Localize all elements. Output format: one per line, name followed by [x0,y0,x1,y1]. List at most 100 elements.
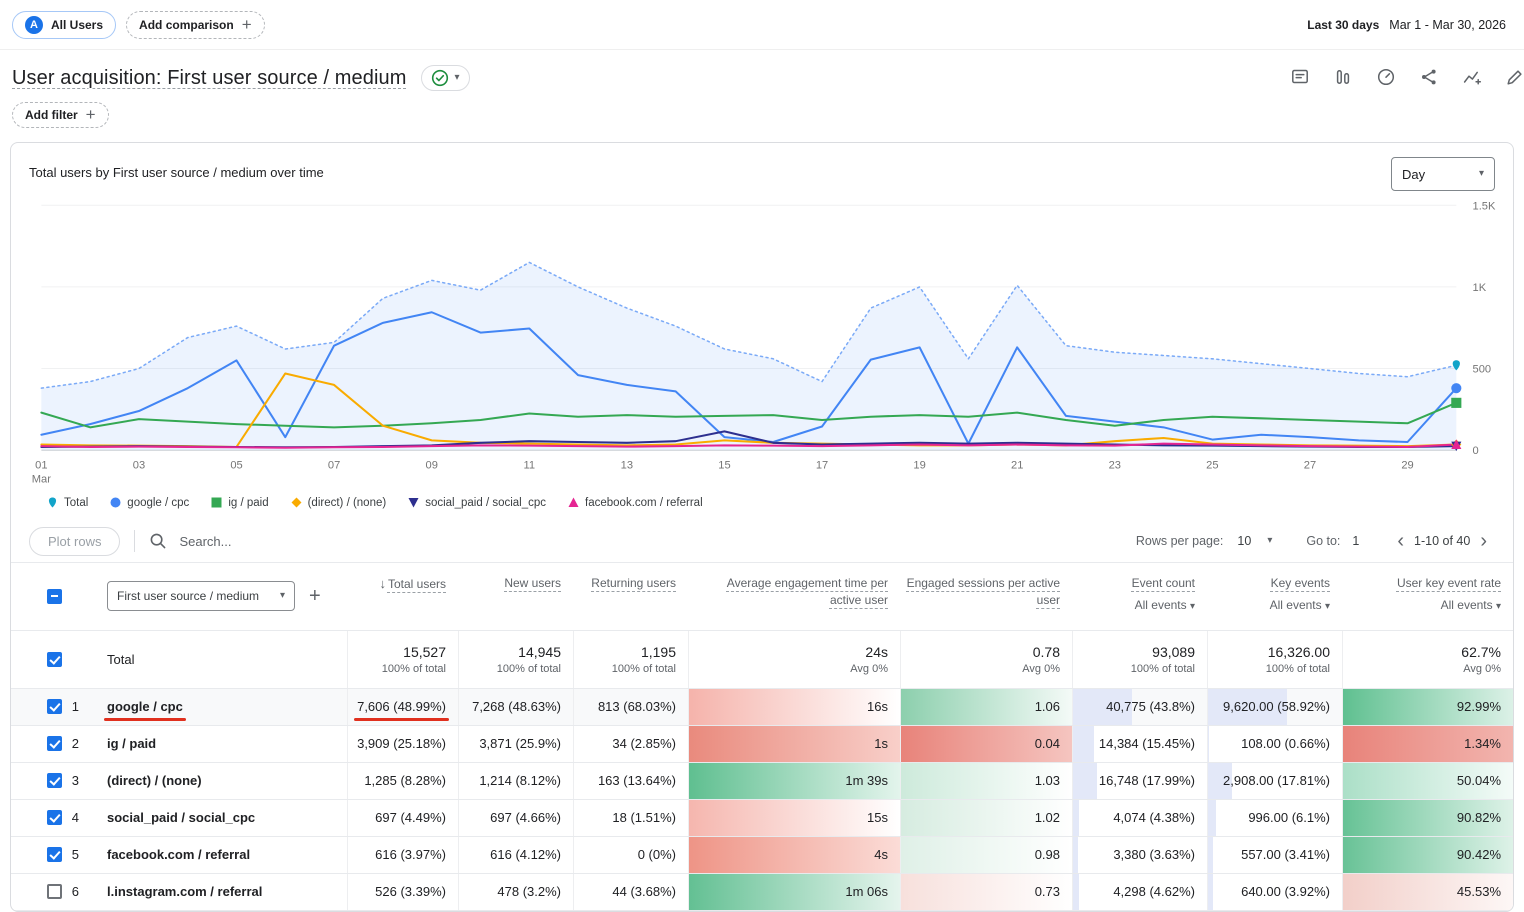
legend-item: ig / paid [211,496,269,509]
total-row-checkbox[interactable] [47,651,62,667]
column-header-avg-engagement-time[interactable]: Average engagement time per active user [688,563,900,630]
page: A All Users Add comparison + Last 30 day… [0,0,1524,912]
add-comparison-chip[interactable]: Add comparison + [126,10,265,39]
cell-key-events: 9,620.00 (58.92%) [1207,688,1342,725]
column-filter-key-events[interactable]: All events ▾ [1270,598,1330,612]
totals-cell-avg-engagement-time: 24s Avg 0% [688,630,900,688]
comparison-chips: A All Users Add comparison + [12,10,265,39]
column-header-engaged-sessions[interactable]: Engaged sessions per active user [900,563,1072,630]
go-to-input[interactable]: 1 [1352,534,1359,548]
cell-key-events: 2,908.00 (17.81%) [1207,762,1342,799]
totals-cell-event-count: 93,089 100% of total [1072,630,1207,688]
dimension-select[interactable]: First user source / medium ▾ [107,581,295,612]
audience-chip-label: All Users [51,17,104,32]
page-title-text: User acquisition: First user source / me… [12,66,407,89]
row-index: 1 [71,699,79,715]
row-index: 4 [71,810,79,826]
column-header-event-count[interactable]: Event count All events ▾ [1072,563,1207,630]
column-header-returning-users[interactable]: Returning users [573,563,688,630]
granularity-select[interactable]: Day ▾ [1391,157,1495,191]
add-secondary-dimension-button[interactable]: + [309,585,321,608]
svg-text:1K: 1K [1473,282,1487,294]
row-checkbox[interactable] [47,810,62,826]
event-count-bar [1073,762,1098,799]
previous-page-button[interactable]: ‹ [1389,531,1412,551]
cell-engaged-sessions: 1.06 [900,688,1072,725]
column-header-user-key-event-rate[interactable]: User key event rate All events ▾ [1342,563,1513,630]
cell-returning-users: 0 (0%) [573,836,688,873]
plot-rows-button[interactable]: Plot rows [29,526,121,556]
search-input[interactable] [177,532,518,550]
cell-user-key-event-rate: 90.42% [1342,836,1513,873]
row-dimension-value: ig / paid [107,736,157,752]
add-filter-chip[interactable]: Add filter + [12,102,109,128]
report-validity-badge[interactable]: ▾ [420,65,470,91]
row-checkbox[interactable] [47,699,62,715]
add-filter-label: Add filter [25,108,78,122]
circle-marker-icon [110,497,121,508]
chevron-down-icon: ▾ [1324,600,1330,612]
cell-new-users: 616 (4.12%) [458,836,573,873]
svg-text:05: 05 [230,459,242,471]
sort-descending-icon: ↓ [379,575,386,591]
cell-avg-engagement-time: 16s [688,688,900,725]
key-events-bar [1208,725,1209,762]
svg-text:09: 09 [426,459,438,471]
row-index: 2 [71,736,79,752]
table-row: 5 facebook.com / referral 616 (3.97%) 616 (… [11,836,1513,874]
legend-label: social_paid / social_cpc [425,496,547,509]
page-title: User acquisition: First user source / me… [12,67,407,90]
table-header-row: First user source / medium ▾ + ↓ Total users… [11,563,1513,631]
svg-text:01: 01 [35,459,47,471]
rows-per-page-select[interactable]: 10 ▾ [1237,534,1272,548]
svg-text:07: 07 [328,459,340,471]
edit-icon[interactable] [1504,66,1524,88]
select-all-checkbox[interactable] [47,588,62,604]
cell-total-users: 3,909 (25.18%) [347,725,458,762]
event-count-bar [1073,873,1080,910]
key-events-bar [1208,836,1213,873]
svg-text:11: 11 [523,459,535,471]
column-header-new-users[interactable]: New users [458,563,573,630]
totals-row: Total 15,527 100% of total 14,945 100% of to… [11,630,1513,689]
table-row: 4 social_paid / social_cpc 697 (4.49%) 697 … [11,799,1513,837]
share-icon[interactable] [1418,66,1440,88]
column-filter-event-count[interactable]: All events ▾ [1135,598,1195,612]
row-index: 5 [71,847,79,863]
cell-user-key-event-rate: 45.53% [1342,873,1513,910]
row-dimension-value: (direct) / (none) [107,773,202,789]
row-checkbox[interactable] [47,884,62,900]
cell-avg-engagement-time: 1s [688,725,900,762]
legend-item: facebook.com / referral [568,497,703,509]
column-filter-user-key-event-rate[interactable]: All events ▾ [1441,598,1501,612]
notes-icon[interactable] [1289,66,1311,88]
date-range-picker[interactable]: Last 30 days Mar 1 - Mar 30, 2026 [1307,18,1512,32]
svg-text:27: 27 [1304,459,1316,471]
cell-total-users: 7,606 (48.99%) [347,688,458,725]
chevron-down-icon: ▾ [1189,600,1195,612]
chart-title: Total users by First user source / mediu… [29,165,324,180]
svg-text:500: 500 [1473,364,1492,376]
row-checkbox[interactable] [47,847,62,863]
insights-icon[interactable] [1461,66,1483,88]
cell-total-users: 697 (4.49%) [347,799,458,836]
row-checkbox[interactable] [47,773,62,789]
column-header-total-users[interactable]: ↓ Total users [347,563,458,630]
row-checkbox[interactable] [47,736,62,752]
row-dimension-value: google / cpc [104,699,186,722]
cell-engaged-sessions: 0.73 [900,873,1072,910]
table-row: 1 google / cpc 7,606 (48.99%) 7,268 (48.63%… [11,688,1513,726]
next-page-button[interactable]: › [1472,531,1495,551]
compare-data-icon[interactable] [1332,66,1354,88]
triangle-down-marker-icon [408,498,419,508]
pagination-range: 1-10 of 40 [1414,534,1471,549]
data-quality-icon[interactable] [1375,66,1397,88]
audience-avatar-icon: A [25,15,43,34]
svg-text:29: 29 [1401,459,1413,471]
row-index: 6 [71,884,79,900]
legend-label: ig / paid [228,496,269,509]
audience-chip[interactable]: A All Users [12,10,117,39]
svg-text:19: 19 [913,459,925,471]
report-card: Total users by First user source / mediu… [10,142,1514,912]
column-header-key-events[interactable]: Key events All events ▾ [1207,563,1342,630]
